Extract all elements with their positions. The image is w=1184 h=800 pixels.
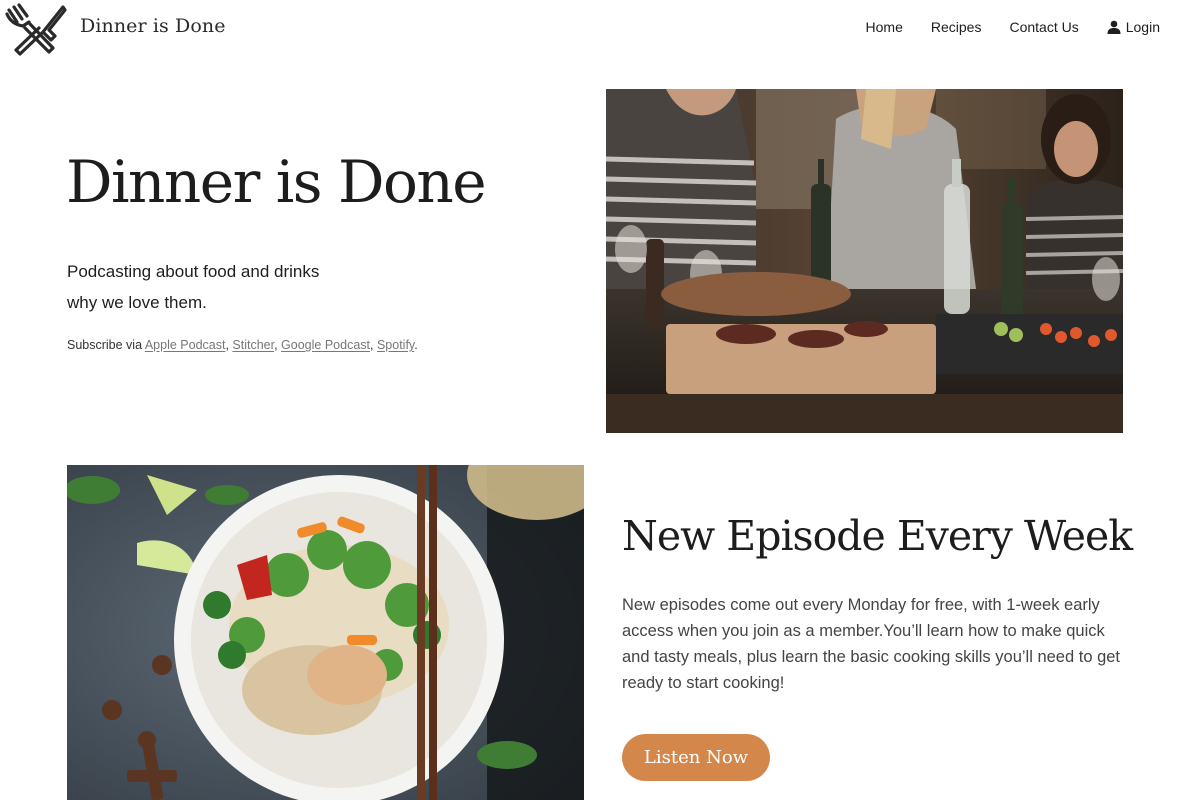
subscribe-prefix: Subscribe via: [67, 338, 143, 352]
hero-photo: [606, 89, 1123, 433]
nav-login[interactable]: Login: [1107, 19, 1160, 35]
google-podcast-link[interactable]: Google Podcast: [281, 338, 370, 352]
subscribe-links: Subscribe via Apple Podcast, Stitcher, G…: [67, 338, 418, 352]
spotify-link[interactable]: Spotify: [377, 338, 414, 352]
noodle-soup-photo: [67, 465, 584, 800]
hero-title: Dinner is Done: [66, 148, 487, 216]
hero-subtitle-line-2: why we love them.: [67, 293, 207, 312]
hero-subtitle-line-1: Podcasting about food and drinks: [67, 262, 320, 281]
site-title[interactable]: Dinner is Done: [80, 15, 226, 37]
apple-podcast-link[interactable]: Apple Podcast: [145, 338, 226, 352]
hero-subtitle: Podcasting about food and drinks why we …: [67, 256, 407, 318]
site-header: Dinner is Done Home Recipes Contact Us L…: [0, 0, 1184, 60]
listen-now-button[interactable]: Listen Now: [622, 734, 770, 781]
episode-title: New Episode Every Week: [622, 512, 1133, 560]
user-icon: [1107, 20, 1121, 34]
nav-contact-us[interactable]: Contact Us: [1009, 19, 1078, 35]
nav-home[interactable]: Home: [866, 19, 903, 35]
nav-login-label: Login: [1125, 19, 1160, 35]
main-nav: Home Recipes Contact Us Login: [866, 19, 1160, 35]
nav-recipes[interactable]: Recipes: [931, 19, 982, 35]
episode-description: New episodes come out every Monday for f…: [622, 596, 1121, 692]
stitcher-link[interactable]: Stitcher: [232, 338, 274, 352]
fork-knife-icon[interactable]: [3, 2, 67, 58]
